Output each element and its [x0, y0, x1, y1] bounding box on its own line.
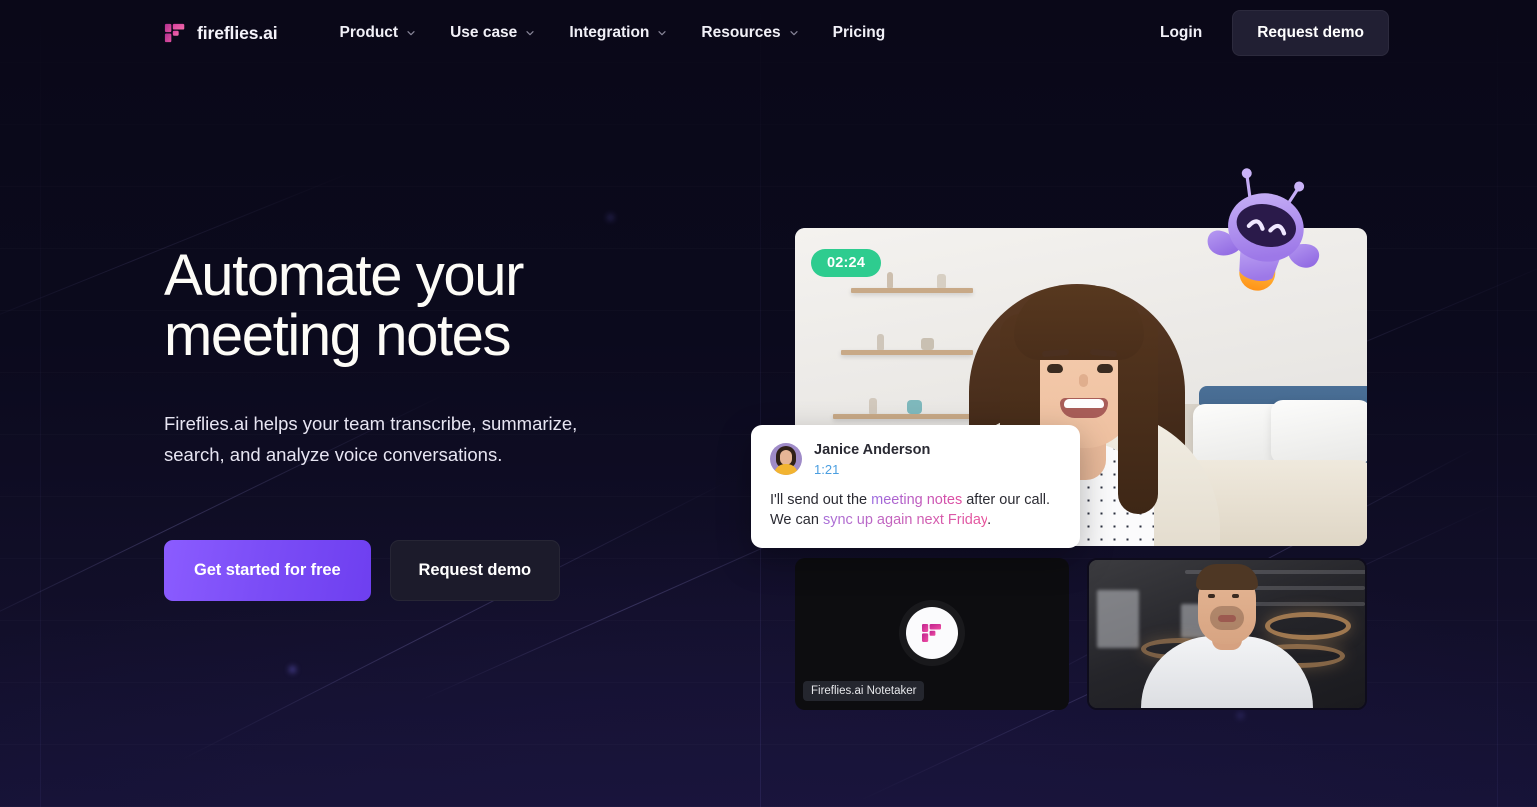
chevron-down-icon — [658, 31, 666, 36]
chevron-down-icon — [407, 31, 415, 36]
ring-light — [1265, 612, 1351, 640]
fireflies-robot-mascot-icon — [1206, 166, 1330, 292]
person-hair-front — [1014, 286, 1144, 360]
person-nose — [1079, 374, 1088, 387]
avatar-body — [774, 463, 798, 475]
nav-item-label: Product — [339, 24, 399, 41]
timestamp-badge: 02:24 — [811, 249, 882, 277]
shelf-trinket — [877, 334, 884, 350]
bed-pillow — [1271, 400, 1367, 464]
shelf-trinket — [921, 338, 934, 350]
fireflies-logo-icon — [164, 22, 186, 44]
avatar-face — [780, 449, 792, 465]
comment-author: Janice Anderson — [814, 442, 931, 458]
person-eye — [1208, 594, 1215, 598]
nav-item-label: Pricing — [832, 24, 886, 41]
nav-item-pricing[interactable]: Pricing — [819, 15, 900, 51]
brand-name: fireflies.ai — [197, 22, 278, 43]
ceiling-pipe — [1239, 602, 1365, 606]
comment-highlight-sync-up[interactable]: sync up again next Friday — [823, 512, 987, 528]
nav-actions: Login Request demo — [1160, 10, 1389, 56]
shelf-trinket — [869, 398, 877, 414]
person-eye — [1097, 364, 1113, 373]
nav-item-use-case[interactable]: Use case — [436, 15, 549, 51]
person-eye — [1232, 594, 1239, 598]
person-mouth — [1060, 398, 1108, 418]
person-hair — [1196, 564, 1258, 590]
nav-item-resources[interactable]: Resources — [687, 15, 812, 51]
login-link[interactable]: Login — [1160, 24, 1202, 42]
person-teeth — [1064, 399, 1104, 408]
transcript-comment-card[interactable]: Janice Anderson 1:21 I'll send out the m… — [751, 425, 1080, 548]
avatar — [770, 442, 802, 475]
comment-line1-pre: I'll send out the — [770, 491, 872, 508]
person-mouth — [1218, 615, 1236, 622]
chevron-down-icon — [790, 31, 798, 36]
office-window — [1097, 590, 1139, 648]
brand-logo-link[interactable]: fireflies.ai — [164, 22, 278, 44]
shelf-trinket — [887, 272, 893, 288]
nav-item-label: Integration — [569, 24, 650, 41]
request-demo-hero-button[interactable]: Request demo — [389, 539, 561, 601]
comment-meta: Janice Anderson 1:21 — [814, 441, 930, 477]
nav-item-integration[interactable]: Integration — [555, 15, 681, 51]
hero-copy: Automate your meeting notes Fireflies.ai… — [164, 246, 724, 601]
shelf-trinket — [907, 400, 922, 414]
shelf-trinket — [937, 274, 946, 288]
fireflies-logo-icon — [920, 621, 944, 645]
get-started-button[interactable]: Get started for free — [164, 539, 371, 601]
page-title: Automate your meeting notes — [164, 243, 524, 368]
notetaker-tile[interactable]: Fireflies.ai Notetaker — [795, 558, 1069, 710]
main-navigation: fireflies.ai Product Use case Integratio… — [0, 0, 1537, 66]
notetaker-avatar — [906, 606, 958, 659]
comment-line2-pre: We can — [770, 512, 823, 529]
comment-line2-post: . — [987, 512, 992, 529]
nav-item-label: Resources — [701, 24, 781, 41]
comment-timestamp[interactable]: 1:21 — [814, 462, 930, 477]
second-participant-video[interactable] — [1087, 558, 1367, 710]
nav-item-product[interactable]: Product — [326, 15, 431, 51]
nav-item-label: Use case — [450, 24, 518, 41]
hero-cta-row: Get started for free Request demo — [164, 539, 724, 601]
hero-subtitle: Fireflies.ai helps your team transcribe,… — [164, 413, 578, 465]
request-demo-button[interactable]: Request demo — [1232, 10, 1389, 56]
person-eye — [1047, 364, 1063, 373]
comment-highlight-meeting-notes[interactable]: meeting notes — [871, 492, 962, 508]
chevron-down-icon — [526, 31, 534, 36]
comment-body: I'll send out the meeting notes after ou… — [770, 490, 1061, 531]
nav-links: Product Use case Integration Resources P… — [326, 15, 900, 51]
comment-line1-post: after our call. — [962, 491, 1051, 508]
comment-header: Janice Anderson 1:21 — [770, 441, 1061, 477]
notetaker-label: Fireflies.ai Notetaker — [803, 681, 925, 701]
